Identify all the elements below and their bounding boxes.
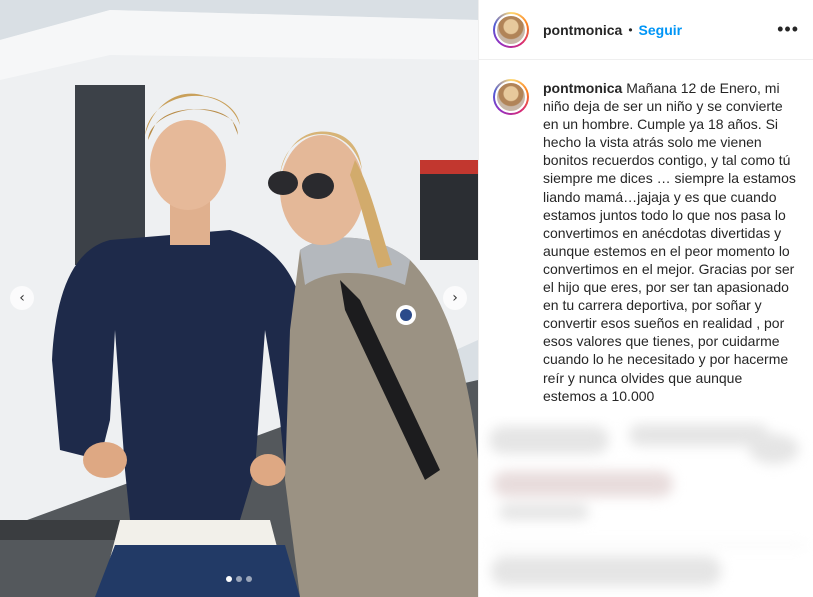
carousel-dot (236, 576, 242, 582)
post-header: pontmonica • Seguir ••• (479, 0, 813, 60)
previous-arrow-icon[interactable]: ‹ (10, 286, 34, 310)
caption-username[interactable]: pontmonica (543, 80, 622, 96)
follow-button[interactable]: Seguir (639, 22, 683, 38)
post-media[interactable]: ‹ › (0, 0, 478, 597)
blurred-comments (479, 416, 813, 597)
carousel-dot (226, 576, 232, 582)
post-side-panel: pontmonica • Seguir ••• pontmonica Mañan… (478, 0, 813, 597)
caption-area: pontmonica Mañana 12 de Enero, mi niño d… (479, 61, 813, 416)
avatar[interactable] (493, 79, 529, 115)
avatar-image (495, 13, 527, 46)
carousel-indicator (226, 576, 252, 582)
instagram-post-modal: ‹ › pontmonica • Seguir ••• pontmonica M… (0, 0, 813, 597)
more-options-icon[interactable]: ••• (777, 19, 799, 40)
blurred-content (479, 416, 813, 597)
avatar-image (495, 81, 527, 113)
next-arrow-icon[interactable]: › (443, 286, 467, 310)
header-username[interactable]: pontmonica (543, 22, 622, 38)
header-separator: • (628, 22, 633, 37)
carousel-dot (246, 576, 252, 582)
caption: pontmonica Mañana 12 de Enero, mi niño d… (543, 79, 799, 416)
avatar[interactable] (493, 11, 529, 48)
post-photo (0, 0, 478, 597)
caption-body: Mañana 12 de Enero, mi niño deja de ser … (543, 80, 796, 404)
